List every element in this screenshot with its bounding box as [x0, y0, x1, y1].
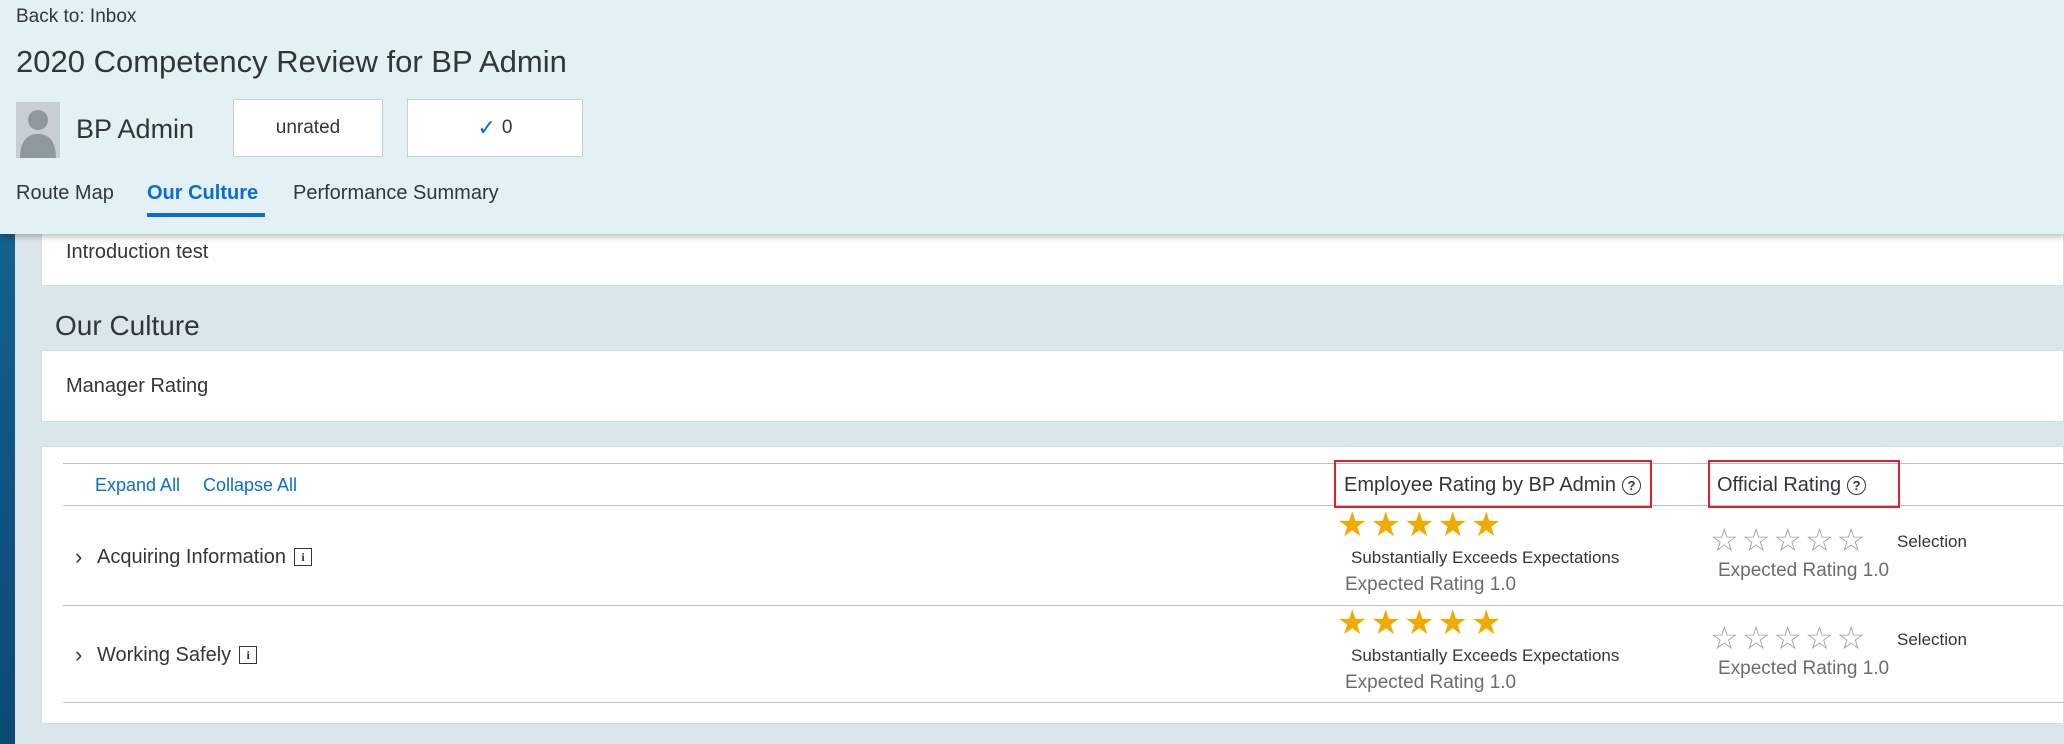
completed-count-button[interactable]: ✓ 0	[407, 99, 583, 157]
star-empty-icon[interactable]: ☆	[1742, 622, 1771, 654]
chevron-right-icon[interactable]: ›	[75, 642, 89, 668]
back-to-inbox-link[interactable]: Back to: Inbox	[16, 6, 136, 28]
competency-name: Working Safely	[97, 643, 232, 666]
table-row-working-safely[interactable]: › Working Safely i	[75, 642, 258, 668]
tab-our-culture[interactable]: Our Culture	[147, 182, 258, 205]
star-filled-icon[interactable]: ★	[1437, 508, 1467, 542]
overall-rating-label: unrated	[275, 117, 341, 138]
info-icon[interactable]: i	[239, 646, 258, 664]
official-rating-stars[interactable]: ☆ ☆ ☆ ☆ ☆	[1710, 622, 1865, 654]
official-expected-rating: Expected Rating 1.0	[1718, 560, 1890, 581]
row-divider	[63, 605, 2064, 606]
employee-expected-rating: Expected Rating 1.0	[1345, 672, 1517, 693]
page-title: 2020 Competency Review for BP Admin	[16, 44, 567, 79]
collapse-all-link[interactable]: Collapse All	[203, 475, 297, 496]
star-filled-icon[interactable]: ★	[1471, 606, 1501, 640]
official-rating-selection: Selection	[1897, 630, 1967, 649]
star-filled-icon[interactable]: ★	[1337, 508, 1367, 542]
tab-route-map[interactable]: Route Map	[16, 182, 114, 205]
star-filled-icon[interactable]: ★	[1404, 606, 1434, 640]
star-empty-icon[interactable]: ☆	[1805, 622, 1834, 654]
star-empty-icon[interactable]: ☆	[1805, 524, 1834, 556]
manager-rating-panel: Manager Rating	[41, 350, 2064, 422]
manager-rating-label: Manager Rating	[66, 375, 209, 397]
star-empty-icon[interactable]: ☆	[1742, 524, 1771, 556]
tab-performance-summary[interactable]: Performance Summary	[293, 182, 499, 205]
chevron-right-icon[interactable]: ›	[75, 544, 89, 570]
star-empty-icon[interactable]: ☆	[1773, 622, 1802, 654]
competency-name: Acquiring Information	[97, 545, 286, 568]
official-rating-selection: Selection	[1897, 532, 1967, 551]
star-filled-icon[interactable]: ★	[1437, 606, 1467, 640]
employee-rating-stars[interactable]: ★ ★ ★ ★ ★	[1337, 508, 1501, 542]
active-tab-indicator	[147, 213, 265, 217]
star-filled-icon[interactable]: ★	[1471, 508, 1501, 542]
highlight-box	[1334, 460, 1652, 508]
star-filled-icon[interactable]: ★	[1370, 606, 1400, 640]
star-empty-icon[interactable]: ☆	[1773, 524, 1802, 556]
star-filled-icon[interactable]: ★	[1370, 508, 1400, 542]
introduction-text: Introduction test	[66, 241, 209, 263]
expand-all-link[interactable]: Expand All	[95, 475, 180, 496]
star-filled-icon[interactable]: ★	[1337, 606, 1367, 640]
employee-rating-stars[interactable]: ★ ★ ★ ★ ★	[1337, 606, 1501, 640]
highlight-box	[1708, 460, 1900, 508]
overall-rating-button[interactable]: unrated	[233, 99, 383, 157]
completed-count: 0	[501, 117, 513, 138]
user-silhouette-icon	[20, 110, 56, 158]
avatar	[16, 102, 60, 158]
star-filled-icon[interactable]: ★	[1404, 508, 1434, 542]
checkmark-icon: ✓	[477, 115, 496, 140]
official-expected-rating: Expected Rating 1.0	[1718, 658, 1890, 679]
official-rating-stars[interactable]: ☆ ☆ ☆ ☆ ☆	[1710, 524, 1865, 556]
star-empty-icon[interactable]: ☆	[1710, 524, 1739, 556]
employee-expected-rating: Expected Rating 1.0	[1345, 574, 1517, 595]
star-empty-icon[interactable]: ☆	[1837, 622, 1866, 654]
info-icon[interactable]: i	[293, 548, 312, 566]
employee-rating-label: Substantially Exceeds Expectations	[1351, 548, 1620, 567]
section-title: Our Culture	[55, 310, 200, 341]
page-header: Back to: Inbox 2020 Competency Review fo…	[0, 0, 2064, 234]
star-empty-icon[interactable]: ☆	[1710, 622, 1739, 654]
row-divider	[63, 702, 2064, 703]
star-empty-icon[interactable]: ☆	[1837, 524, 1866, 556]
employee-rating-label: Substantially Exceeds Expectations	[1351, 646, 1620, 665]
user-name: BP Admin	[76, 114, 195, 144]
table-row-acquiring-information[interactable]: › Acquiring Information i	[75, 544, 312, 570]
